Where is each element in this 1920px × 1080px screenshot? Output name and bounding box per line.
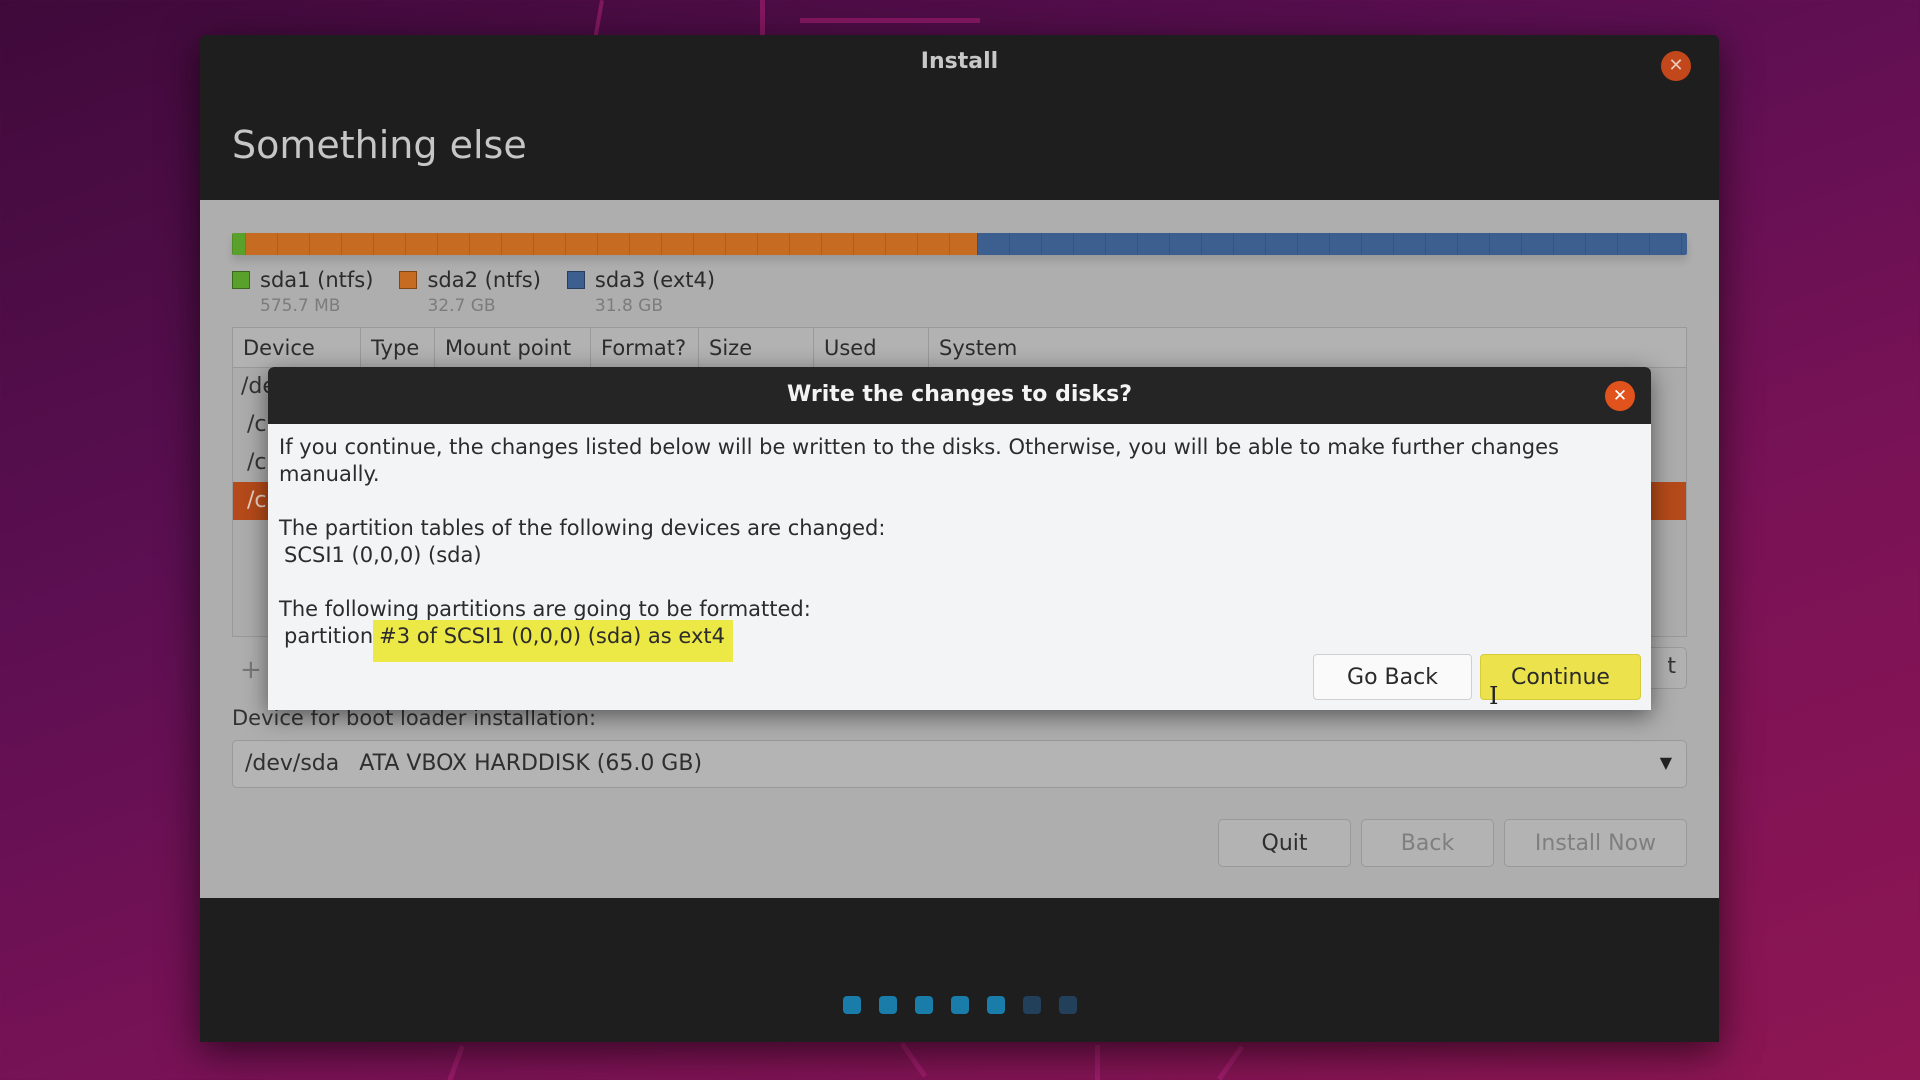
dialog-titlebar: Write the changes to disks? ✕ [268, 367, 1651, 424]
boot-device-path: /dev/sda [245, 751, 340, 776]
chevron-down-icon: ▼ [1659, 753, 1672, 772]
boot-loader-select[interactable]: /dev/sda ATA VBOX HARDDISK (65.0 GB) ▼ [232, 740, 1687, 788]
legend-swatch [399, 271, 418, 289]
wallpaper-line [1217, 1045, 1245, 1080]
partition-segment-sda2 [245, 233, 977, 255]
page-title: Something else [232, 123, 527, 167]
dialog-title: Write the changes to disks? [787, 382, 1132, 407]
format-item: partition #3 of SCSI1 (0,0,0) (sda) as ex… [279, 620, 1641, 662]
progress-dot-complete [878, 996, 897, 1014]
progress-dot-pending [1022, 996, 1041, 1014]
legend-size: 575.7 MB [260, 296, 341, 316]
wallpaper-line [1095, 1045, 1100, 1080]
legend-swatch [232, 271, 250, 289]
text-cursor-icon: I [1489, 682, 1499, 710]
install-now-button[interactable]: Install Now [1504, 819, 1687, 867]
boot-device-desc: ATA VBOX HARDDISK (65.0 GB) [359, 751, 703, 776]
legend-size: 32.7 GB [427, 296, 496, 316]
legend-label: sda2 (ntfs) [427, 268, 541, 292]
column-header-used[interactable]: Used [814, 328, 929, 367]
format-prefix: partition [284, 624, 374, 648]
progress-dot-complete [986, 996, 1005, 1014]
legend-swatch [566, 271, 585, 289]
partition-bar [232, 233, 1687, 255]
window-title: Install [920, 49, 999, 74]
wallpaper-line [446, 1045, 465, 1080]
partition-segment-sda1 [232, 233, 246, 255]
partition-segment-sda3 [976, 233, 1687, 255]
add-partition-button[interactable]: + [240, 655, 262, 685]
legend-label: sda1 (ntfs) [260, 268, 374, 292]
legend-size: 31.8 GB [594, 296, 663, 316]
installer-footer [200, 898, 1719, 1042]
partition-tables-heading: The partition tables of the following de… [279, 516, 886, 540]
highlighted-format-item: #3 of SCSI1 (0,0,0) (sda) as ext4 [373, 620, 733, 662]
dialog-body: If you continue, the changes listed belo… [268, 424, 1651, 662]
progress-dot-complete [842, 996, 861, 1014]
partition-legend: sda1 (ntfs) 575.7 MB sda2 (ntfs) 32.7 GB… [232, 268, 715, 316]
confirm-write-dialog: Write the changes to disks? ✕ If you con… [268, 367, 1651, 710]
column-header-device[interactable]: Device [233, 328, 361, 367]
navigation-buttons: Quit Back Install Now [1218, 819, 1687, 867]
changed-device: SCSI1 (0,0,0) (sda) [284, 543, 482, 567]
back-button[interactable]: Back [1361, 819, 1494, 867]
legend-item-sda2: sda2 (ntfs) 32.7 GB [399, 268, 541, 316]
legend-item-sda3: sda3 (ext4) 31.8 GB [566, 268, 716, 316]
progress-dot-complete [950, 996, 969, 1014]
progress-dots [200, 996, 1719, 1014]
close-icon[interactable]: ✕ [1661, 51, 1691, 81]
table-header: Device Type Mount point Format? Size Use… [233, 328, 1686, 368]
column-header-format[interactable]: Format? [591, 328, 699, 367]
quit-button[interactable]: Quit [1218, 819, 1351, 867]
dialog-buttons: Go Back Continue [1313, 654, 1641, 700]
close-icon[interactable]: ✕ [1605, 381, 1635, 411]
legend-label: sda3 (ext4) [594, 268, 716, 292]
progress-dot-pending [1058, 996, 1077, 1014]
column-header-system[interactable]: System [929, 328, 1686, 367]
column-header-type[interactable]: Type [361, 328, 435, 367]
progress-dot-complete [914, 996, 933, 1014]
continue-button[interactable]: Continue [1480, 654, 1641, 700]
dialog-intro: If you continue, the changes listed belo… [279, 435, 1559, 486]
column-header-mount-point[interactable]: Mount point [435, 328, 591, 367]
column-header-size[interactable]: Size [699, 328, 814, 367]
wallpaper-line [800, 18, 980, 23]
wallpaper-line [760, 0, 765, 40]
format-heading: The following partitions are going to be… [279, 597, 811, 621]
wallpaper-line [900, 1042, 928, 1078]
legend-item-sda1: sda1 (ntfs) 575.7 MB [232, 268, 373, 316]
go-back-button[interactable]: Go Back [1313, 654, 1472, 700]
